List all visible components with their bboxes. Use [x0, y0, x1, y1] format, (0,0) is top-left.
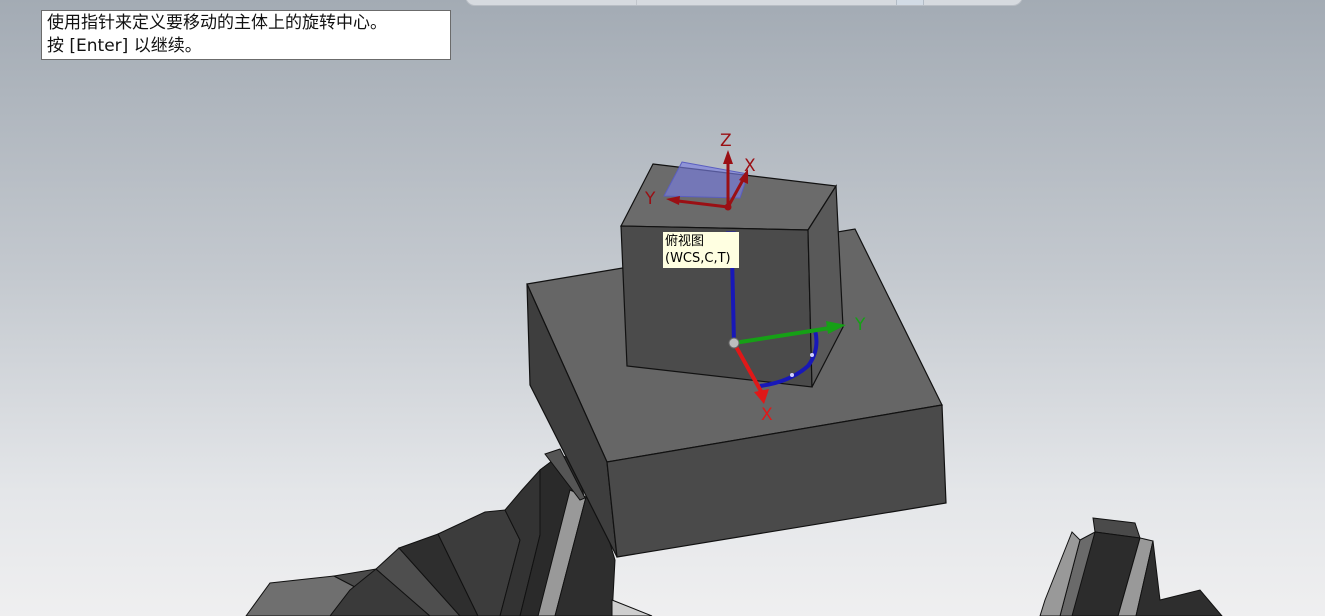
rotation-arc-dot [810, 353, 814, 357]
view-orientation-text: (WCS,C,T) [665, 251, 731, 266]
graphics-viewport[interactable]: Z X Y Z Y X 俯视图 (WCS,C,T) 使用指针来定义要移动的主体上… [0, 0, 1325, 616]
z-axis-handle[interactable] [730, 254, 736, 344]
3d-scene: Z X Y Z Y X [245, 131, 1223, 616]
handle-origin[interactable] [728, 337, 740, 349]
cue-line-continue: 按 [Enter] 以继续。 [47, 36, 202, 56]
view-tooltip: 俯视图 (WCS,C,T) [663, 232, 739, 268]
cue-line-instruction: 使用指针来定义要移动的主体上的旋转中心。 [47, 13, 387, 33]
cue-prompt-box: 使用指针来定义要移动的主体上的旋转中心。 按 [Enter] 以继续。 [41, 10, 451, 60]
wcs-x-label: X [744, 156, 756, 176]
rotation-arc-dot [790, 373, 794, 377]
fixture-right [1039, 517, 1223, 616]
wcs-y-label: Y [644, 189, 656, 209]
handle-x-label: X [761, 405, 773, 425]
wcs-z-label: Z [720, 131, 732, 151]
handle-y-label: Y [854, 315, 866, 335]
view-name-text: 俯视图 [665, 234, 705, 249]
